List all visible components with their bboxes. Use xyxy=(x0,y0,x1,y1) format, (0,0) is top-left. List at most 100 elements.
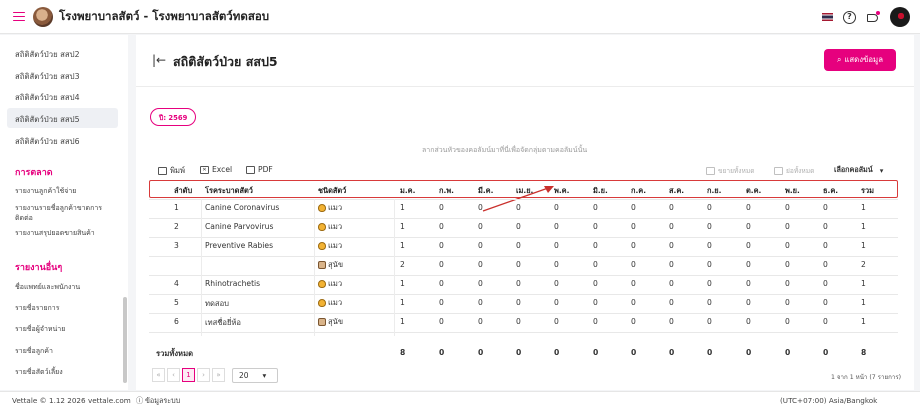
year-filter-chip[interactable]: ปี: 2569 xyxy=(150,108,197,126)
menu-icon[interactable] xyxy=(13,11,25,22)
help-icon[interactable]: ? xyxy=(843,10,856,24)
collapse-all-label: ย่อทั้งหมด xyxy=(786,167,815,175)
current-page-button[interactable]: 1 xyxy=(182,368,195,382)
month-value-apr: 0 xyxy=(516,260,521,269)
month-value-jul: 0 xyxy=(631,260,636,269)
column-header[interactable]: มิ.ย. xyxy=(593,185,608,197)
show-data-button[interactable]: ⌕ แสดงข้อมูล xyxy=(824,49,896,71)
cat-icon xyxy=(318,223,326,231)
clinic-logo xyxy=(33,6,53,27)
month-value-jul: 0 xyxy=(631,203,636,212)
disease-name: เทสชื่อยี่ห้อ xyxy=(205,318,241,327)
month-value-nov: 0 xyxy=(785,241,790,250)
row-total: 1 xyxy=(861,241,866,250)
choose-columns-button[interactable]: เลือกคอลัมน์ ▾ xyxy=(834,165,883,176)
last-page-button[interactable]: » xyxy=(212,368,225,382)
month-value-dec: 0 xyxy=(823,298,828,307)
first-page-button[interactable]: « xyxy=(152,368,165,382)
sidebar-item-pets[interactable]: รายชื่อสัตว์เลี้ยง xyxy=(15,367,120,377)
row-total: 2 xyxy=(861,260,866,269)
month-value-apr: 0 xyxy=(516,203,521,212)
page-title: สถิติสัตว์ป่วย สสป5 xyxy=(173,54,278,69)
sidebar-item-sp6[interactable]: สถิติสัตว์ป่วย สสป6 xyxy=(15,136,80,148)
column-header[interactable]: ธ.ค. xyxy=(823,185,838,197)
animal-label: แมว xyxy=(328,298,343,307)
month-value-mar: 0 xyxy=(478,279,483,288)
sidebar-item-doctors-staff[interactable]: ชื่อแพทย์และพนักงาน xyxy=(15,282,120,292)
pdf-button[interactable]: PDF xyxy=(246,165,273,174)
month-value-jan: 1 xyxy=(400,222,405,231)
group-panel-hint[interactable]: ลากส่วนหัวของคอลัมน์มาที่นี่เพื่อจัดกลุ่… xyxy=(422,145,587,156)
excel-label: Excel xyxy=(212,165,233,174)
sidebar-item-lost-customers[interactable]: รายงานรายชื่อลูกค้าขาดการติดต่อ xyxy=(15,203,113,223)
month-value-jul: 0 xyxy=(631,317,636,326)
month-value-sep: 0 xyxy=(707,203,712,212)
sidebar-item-sp3[interactable]: สถิติสัตว์ป่วย สสป3 xyxy=(15,71,80,83)
excel-button[interactable]: ✕ Excel xyxy=(200,165,232,174)
column-header[interactable]: ลำดับ xyxy=(174,185,192,197)
summary-value: 0 xyxy=(785,348,791,357)
column-header[interactable]: พ.ค. xyxy=(554,185,569,197)
sidebar-item-items[interactable]: รายชื่อรายการ xyxy=(15,303,120,313)
column-header[interactable]: ก.ย. xyxy=(707,185,721,197)
month-value-nov: 0 xyxy=(785,222,790,231)
month-value-aug: 0 xyxy=(669,279,674,288)
column-header[interactable]: ส.ค. xyxy=(669,185,684,197)
next-page-button[interactable]: › xyxy=(197,368,210,382)
month-value-mar: 0 xyxy=(478,317,483,326)
summary-value: 0 xyxy=(593,348,599,357)
page-size-select[interactable]: 20 ▾ xyxy=(232,368,278,383)
back-arrow-icon[interactable]: |← xyxy=(152,53,166,67)
month-value-oct: 0 xyxy=(746,317,751,326)
expand-all-label: ขยายทั้งหมด xyxy=(718,167,755,175)
month-value-jun: 0 xyxy=(593,260,598,269)
month-value-jan: 1 xyxy=(400,279,405,288)
sidebar-item-sp5[interactable]: สถิติสัตว์ป่วย สสป5 xyxy=(15,114,80,126)
announcement-icon[interactable] xyxy=(866,11,880,23)
month-value-mar: 0 xyxy=(478,241,483,250)
month-value-sep: 0 xyxy=(707,241,712,250)
month-value-may: 0 xyxy=(554,222,559,231)
column-header[interactable]: ต.ค. xyxy=(746,185,761,197)
row-number: 1 xyxy=(174,203,179,212)
column-header[interactable]: พ.ย. xyxy=(785,185,800,197)
column-header[interactable]: ก.พ. xyxy=(439,185,454,197)
expand-all-button[interactable]: ขยายทั้งหมด xyxy=(706,165,754,176)
disease-name: Rhinotrachetis xyxy=(205,279,261,288)
column-header[interactable]: มี.ค. xyxy=(478,185,493,197)
month-value-dec: 0 xyxy=(823,260,828,269)
row-number: 4 xyxy=(174,279,179,288)
sidebar-item-sp4[interactable]: สถิติสัตว์ป่วย สสป4 xyxy=(15,92,80,104)
month-value-jun: 0 xyxy=(593,298,598,307)
column-header[interactable]: ก.ค. xyxy=(631,185,646,197)
sidebar-item-suppliers[interactable]: รายชื่อผู้จำหน่าย xyxy=(15,324,120,334)
column-header[interactable]: เม.ย. xyxy=(516,185,533,197)
month-value-jun: 0 xyxy=(593,279,598,288)
footer-site-link[interactable]: vettale.com xyxy=(88,396,131,405)
column-header[interactable]: โรคระบาดสัตว์ xyxy=(205,185,253,197)
column-divider xyxy=(201,199,202,336)
month-value-apr: 0 xyxy=(516,317,521,326)
animal-type: แมว xyxy=(318,240,342,252)
sidebar-scrollbar[interactable] xyxy=(123,297,127,383)
thai-flag-icon[interactable] xyxy=(822,13,833,21)
sidebar-item-sp2[interactable]: สถิติสัตว์ป่วย สสป2 xyxy=(15,49,80,61)
chevron-down-icon: ▾ xyxy=(879,166,884,175)
month-value-dec: 0 xyxy=(823,317,828,326)
footer-system-info[interactable]: ข้อมูลระบบ xyxy=(145,396,180,407)
user-avatar[interactable] xyxy=(890,7,910,27)
sidebar: สถิติสัตว์ป่วย สสป2 สถิติสัตว์ป่วย สสป3 … xyxy=(0,35,128,390)
collapse-all-button[interactable]: ย่อทั้งหมด xyxy=(774,165,814,176)
cat-icon xyxy=(318,280,326,288)
print-button[interactable]: พิมพ์ xyxy=(158,165,185,177)
prev-page-button[interactable]: ‹ xyxy=(167,368,180,382)
column-header[interactable]: ชนิดสัตว์ xyxy=(318,185,346,197)
sidebar-item-customer-spending[interactable]: รายงานลูกค้าใช้จ่าย xyxy=(15,186,120,196)
summary-value: 8 xyxy=(400,348,406,357)
sidebar-item-sales-summary[interactable]: รายงานสรุปยอดขายสินค้า xyxy=(15,228,120,238)
column-header[interactable]: ม.ค. xyxy=(400,185,415,197)
month-value-feb: 0 xyxy=(439,317,444,326)
sidebar-item-customers[interactable]: รายชื่อลูกค้า xyxy=(15,346,120,356)
footer-timezone: (UTC+07:00) Asia/Bangkok xyxy=(780,396,878,405)
column-header[interactable]: รวม xyxy=(861,185,874,197)
